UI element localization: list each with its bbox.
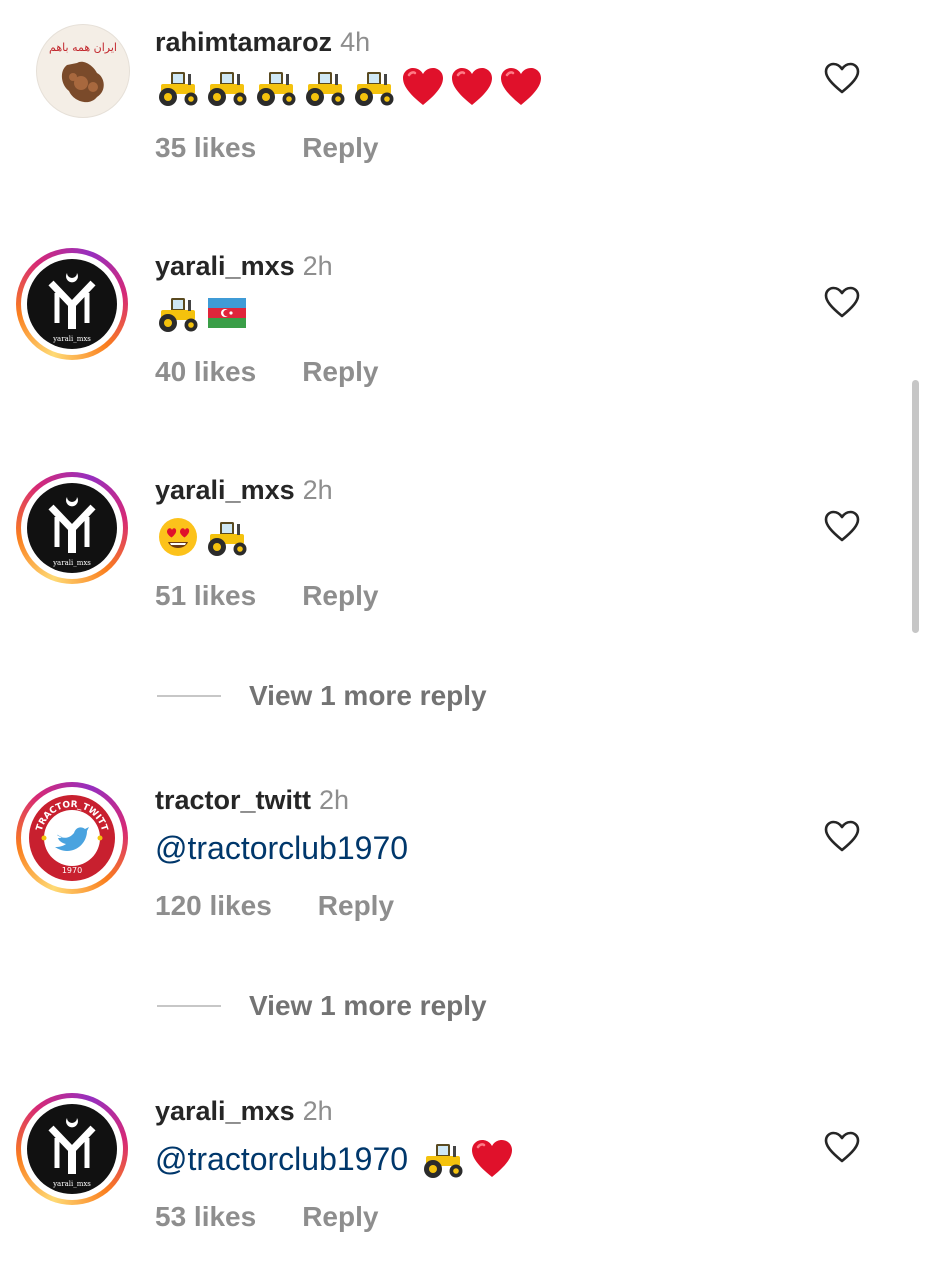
- username[interactable]: yarali_mxs: [155, 1096, 295, 1126]
- username[interactable]: yarali_mxs: [155, 475, 295, 505]
- timestamp: 2h: [302, 475, 333, 505]
- avatar-caption: yarali_mxs: [52, 335, 91, 343]
- avatar[interactable]: yarali_mxs: [16, 1093, 128, 1205]
- avatar-image: yarali_mxs: [27, 483, 117, 573]
- divider: [157, 695, 221, 697]
- mention-link[interactable]: @tractorclub1970: [155, 1137, 408, 1181]
- tractor-emoji: [302, 66, 348, 108]
- comment-header: yarali_mxs 2h: [155, 250, 333, 282]
- scrollbar[interactable]: [912, 380, 919, 633]
- reply-button[interactable]: Reply: [302, 356, 378, 387]
- reply-button[interactable]: Reply: [302, 1201, 378, 1232]
- username[interactable]: yarali_mxs: [155, 251, 295, 281]
- heart-outline-icon[interactable]: [824, 510, 860, 542]
- tractor-emoji: [253, 66, 299, 108]
- azerbaijan-flag-emoji: [204, 292, 250, 334]
- avatar-image: TRACTOR_TWITT 1970: [27, 793, 117, 883]
- avatar-year: 1970: [62, 866, 82, 875]
- likes-count[interactable]: 53 likes: [155, 1201, 256, 1232]
- tractor-emoji: [420, 1138, 466, 1180]
- avatar[interactable]: ایران همه باهم: [16, 24, 130, 136]
- heart-outline-icon[interactable]: [824, 62, 860, 94]
- likes-count[interactable]: 51 likes: [155, 580, 256, 611]
- timestamp: 4h: [340, 27, 371, 57]
- view-more-label: View 1 more reply: [249, 990, 487, 1021]
- comment-meta: 35 likes Reply: [155, 131, 378, 165]
- timestamp: 2h: [302, 1096, 333, 1126]
- tractor-emoji: [155, 66, 201, 108]
- likes-count[interactable]: 35 likes: [155, 132, 256, 163]
- comment-text: @tractorclub1970: [155, 1137, 518, 1181]
- comment-text: [155, 66, 547, 108]
- comment-header: yarali_mxs 2h: [155, 1095, 333, 1127]
- comment-text: @tractorclub1970: [155, 826, 408, 870]
- divider: [157, 1005, 221, 1007]
- avatar-ring-gap: yarali_mxs: [21, 1098, 123, 1200]
- comment-text: [155, 292, 253, 334]
- username[interactable]: tractor_twitt: [155, 785, 311, 815]
- avatar-image: yarali_mxs: [27, 259, 117, 349]
- tractor-emoji: [204, 66, 250, 108]
- avatar[interactable]: TRACTOR_TWITT 1970: [16, 782, 128, 894]
- timestamp: 2h: [319, 785, 350, 815]
- comment-meta: 51 likes Reply: [155, 579, 378, 613]
- avatar-image: yarali_mxs: [27, 1104, 117, 1194]
- reply-button[interactable]: Reply: [302, 132, 378, 163]
- red-heart-emoji: [469, 1138, 515, 1180]
- comment-meta: 53 likes Reply: [155, 1200, 378, 1234]
- mention-link[interactable]: @tractorclub1970: [155, 826, 408, 870]
- avatar-image: ایران همه باهم: [36, 24, 130, 118]
- avatar-caption: yarali_mxs: [52, 559, 91, 567]
- comment-meta: 120 likes Reply: [155, 889, 394, 923]
- avatar-ring-gap: yarali_mxs: [21, 477, 123, 579]
- username[interactable]: rahimtamaroz: [155, 27, 332, 57]
- heart-eyes-emoji: [155, 516, 201, 558]
- likes-count[interactable]: 120 likes: [155, 890, 272, 921]
- avatar-caption: yarali_mxs: [52, 1180, 91, 1188]
- likes-count[interactable]: 40 likes: [155, 356, 256, 387]
- tractor-emoji: [351, 66, 397, 108]
- red-heart-emoji: [449, 66, 495, 108]
- avatar-ring-gap: yarali_mxs: [21, 253, 123, 355]
- comment-header: yarali_mxs 2h: [155, 474, 333, 506]
- red-heart-emoji: [400, 66, 446, 108]
- timestamp: 2h: [302, 251, 333, 281]
- tractor-emoji: [204, 516, 250, 558]
- tractor-emoji: [155, 292, 201, 334]
- comment-meta: 40 likes Reply: [155, 355, 378, 389]
- view-more-replies-button[interactable]: View 1 more reply: [157, 990, 487, 1022]
- avatar-ring-gap: TRACTOR_TWITT 1970: [21, 787, 123, 889]
- view-more-label: View 1 more reply: [249, 680, 487, 711]
- avatar[interactable]: yarali_mxs: [16, 472, 128, 584]
- red-heart-emoji: [498, 66, 544, 108]
- heart-outline-icon[interactable]: [824, 820, 860, 852]
- comment-header: tractor_twitt 2h: [155, 784, 349, 816]
- heart-outline-icon[interactable]: [824, 286, 860, 318]
- reply-button[interactable]: Reply: [302, 580, 378, 611]
- comment-header: rahimtamaroz 4h: [155, 26, 370, 58]
- avatar[interactable]: yarali_mxs: [16, 248, 128, 360]
- avatar-caption: ایران همه باهم: [49, 41, 117, 54]
- heart-outline-icon[interactable]: [824, 1131, 860, 1163]
- reply-button[interactable]: Reply: [318, 890, 394, 921]
- view-more-replies-button[interactable]: View 1 more reply: [157, 680, 487, 712]
- comment-text: [155, 516, 253, 558]
